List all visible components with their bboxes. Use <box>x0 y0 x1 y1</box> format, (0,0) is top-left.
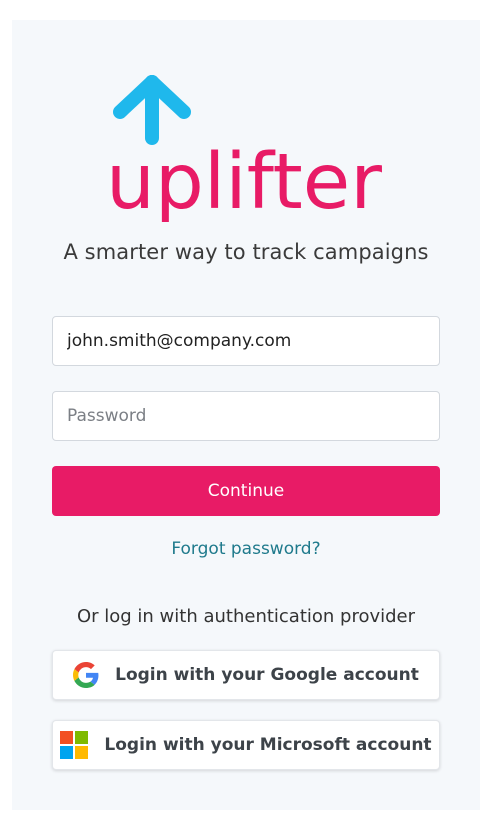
google-login-button[interactable]: Login with your Google account <box>52 650 440 700</box>
uplifter-logo: uplifter <box>106 75 382 222</box>
microsoft-login-label: Login with your Microsoft account <box>104 735 432 755</box>
continue-button[interactable]: Continue <box>52 466 440 516</box>
logo-wordmark: uplifter <box>106 138 382 222</box>
provider-heading: Or log in with authentication provider <box>76 606 416 627</box>
email-field[interactable] <box>52 316 440 366</box>
microsoft-logo-icon <box>60 731 89 759</box>
password-field[interactable] <box>52 391 440 441</box>
forgot-password-link[interactable]: Forgot password? <box>12 539 480 559</box>
google-login-label: Login with your Google account <box>115 665 419 685</box>
microsoft-login-button[interactable]: Login with your Microsoft account <box>52 720 440 770</box>
google-g-icon <box>73 662 99 688</box>
up-arrow-icon <box>113 75 191 145</box>
tagline: A smarter way to track campaigns <box>63 240 429 264</box>
